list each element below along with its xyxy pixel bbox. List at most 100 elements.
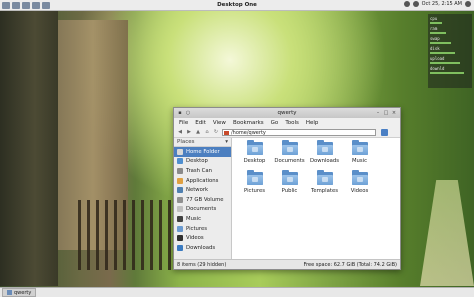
file-item-label: Public <box>281 188 298 194</box>
window-menu-icon[interactable]: ▪ <box>177 110 183 116</box>
menu-file[interactable]: File <box>179 120 188 126</box>
file-item-label: Templates <box>311 188 338 194</box>
sidebar-item-label: Music <box>186 215 202 222</box>
item-count: 8 items (29 hidden) <box>177 261 227 268</box>
sidebar-item-77-gb-volume[interactable]: 77 GB Volume <box>174 195 231 205</box>
toolbar: ◀ ▶ ▲ ⌂ ↻ /home/qwerty <box>174 127 400 138</box>
menu-bookmarks[interactable]: Bookmarks <box>233 120 264 126</box>
menu-help[interactable]: Help <box>306 120 319 126</box>
monitor-bar <box>430 32 447 34</box>
address-path: /home/qwerty <box>231 129 266 136</box>
window-titlebar[interactable]: ▪ ○ qwerty – □ × <box>174 108 400 118</box>
network-icon <box>177 187 183 194</box>
sidebar-item-trash-can[interactable]: Trash Can <box>174 166 231 176</box>
file-item-desktop[interactable]: Desktop <box>237 140 272 164</box>
status-bar: 8 items (29 hidden) Free space: 62.7 GiB… <box>174 259 400 269</box>
home-icon[interactable]: ⌂ <box>204 129 210 135</box>
menu-tools[interactable]: Tools <box>285 120 299 126</box>
monitor-row-disk: disk <box>430 45 470 51</box>
back-icon[interactable]: ◀ <box>177 129 183 135</box>
monitor-bar <box>430 72 464 74</box>
sidebar-item-pictures[interactable]: Pictures <box>174 224 231 234</box>
free-space: Free space: 62.7 GiB (Total: 74.2 GiB) <box>303 261 397 268</box>
file-item-videos[interactable]: Videos <box>342 170 377 194</box>
maximize-icon[interactable]: □ <box>383 110 389 116</box>
file-view[interactable]: Desktop Documents Downloads Music Pictures Pu… <box>232 138 400 259</box>
places-header[interactable]: Places ▾ <box>174 138 231 147</box>
file-item-music[interactable]: Music <box>342 140 377 164</box>
address-bar[interactable]: /home/qwerty <box>222 128 376 136</box>
places-sidebar: Places ▾ Home Folder Desktop Trash Can Appl… <box>174 138 232 259</box>
videos-folder-icon <box>351 170 368 185</box>
folder-icon <box>7 290 12 295</box>
desktop-icon <box>177 158 183 165</box>
monitor-label: disk <box>430 45 440 51</box>
sidebar-item-applications[interactable]: Applications <box>174 176 231 186</box>
sidebar-item-desktop[interactable]: Desktop <box>174 157 231 167</box>
wallpaper-tree <box>0 0 58 286</box>
menu-view[interactable]: View <box>213 120 226 126</box>
sidebar-item-label: Network <box>186 187 209 194</box>
home-folder-icon <box>224 130 229 135</box>
reload-icon[interactable]: ↻ <box>213 129 219 135</box>
drive-icon <box>177 196 183 203</box>
templates-folder-icon <box>316 170 333 185</box>
sidebar-item-music[interactable]: Music <box>174 214 231 224</box>
monitor-row-swap: swap <box>430 35 470 41</box>
monitor-label: ram <box>430 25 438 31</box>
file-item-label: Downloads <box>309 158 340 164</box>
pictures-icon <box>177 225 183 232</box>
videos-icon <box>177 235 183 242</box>
menu-bar: File Edit View Bookmarks Go Tools Help <box>174 118 400 127</box>
sidebar-item-documents[interactable]: Documents <box>174 205 231 215</box>
sidebar-item-home-folder[interactable]: Home Folder <box>174 147 231 157</box>
monitor-label: downld <box>430 65 445 71</box>
downloads-folder-icon <box>316 140 333 155</box>
music-folder-icon <box>351 140 368 155</box>
trash-icon <box>177 167 183 174</box>
menu-edit[interactable]: Edit <box>195 120 206 126</box>
pictures-folder-icon <box>246 170 263 185</box>
sidebar-item-downloads[interactable]: Downloads <box>174 243 231 253</box>
monitor-bar <box>430 42 451 44</box>
sidebar-item-label: Videos <box>186 235 204 242</box>
volume-icon[interactable] <box>403 1 410 7</box>
clock[interactable]: Oct 25, 2:15 AM <box>422 1 462 7</box>
system-monitor-widget: cpu ram swap disk upload downld <box>428 14 472 88</box>
file-item-label: Pictures <box>244 188 265 194</box>
close-icon[interactable]: × <box>391 110 397 116</box>
system-tray: Oct 25, 2:15 AM <box>403 1 471 7</box>
file-item-documents[interactable]: Documents <box>272 140 307 164</box>
pin-icon[interactable]: ○ <box>185 110 191 116</box>
file-item-templates[interactable]: Templates <box>307 170 342 194</box>
go-icon[interactable] <box>381 128 388 136</box>
monitor-row-cpu: cpu <box>430 15 470 21</box>
monitor-bar <box>430 62 460 64</box>
sidebar-item-network[interactable]: Network <box>174 185 231 195</box>
window-title: qwerty <box>277 110 297 116</box>
file-item-downloads[interactable]: Downloads <box>307 140 342 164</box>
documents-icon <box>177 206 183 213</box>
monitor-label: upload <box>430 55 445 61</box>
forward-icon[interactable]: ▶ <box>186 129 192 135</box>
sidebar-item-label: Documents <box>186 206 217 213</box>
up-icon[interactable]: ▲ <box>195 129 201 135</box>
file-item-public[interactable]: Public <box>272 170 307 194</box>
sidebar-item-label: Home Folder <box>186 148 220 155</box>
monitor-row-downld: downld <box>430 65 470 71</box>
sidebar-item-label: Desktop <box>186 158 208 165</box>
sidebar-item-label: Pictures <box>186 225 207 232</box>
menu-go[interactable]: Go <box>271 120 279 126</box>
top-panel: Desktop One Oct 25, 2:15 AM <box>0 0 474 11</box>
monitor-label: swap <box>430 35 440 41</box>
public-folder-icon <box>281 170 298 185</box>
power-icon[interactable] <box>465 1 471 7</box>
network-status-icon[interactable] <box>412 1 419 7</box>
sidebar-item-videos[interactable]: Videos <box>174 233 231 243</box>
minimize-icon[interactable]: – <box>375 110 381 116</box>
sidebar-item-label: Applications <box>186 177 219 184</box>
file-manager-window: ▪ ○ qwerty – □ × File Edit View Bookmarks Go… <box>173 107 401 270</box>
file-item-label: Music <box>351 158 368 164</box>
file-item-pictures[interactable]: Pictures <box>237 170 272 194</box>
sidebar-item-label: Trash Can <box>186 167 212 174</box>
